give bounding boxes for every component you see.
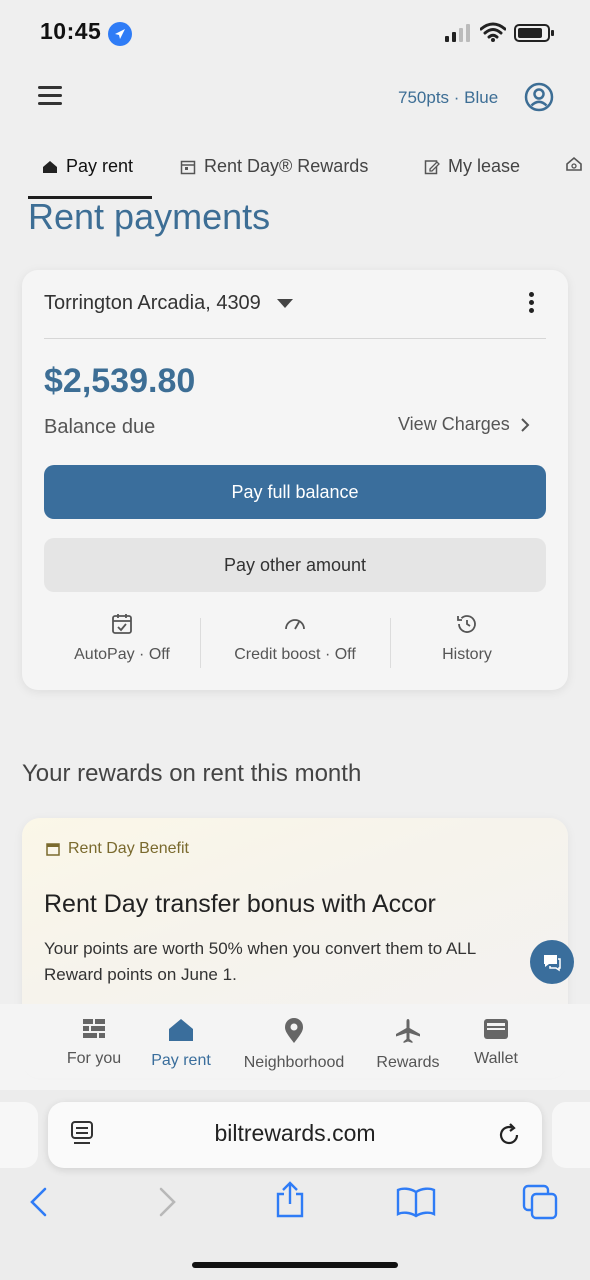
chat-button[interactable] [530,940,574,984]
tab-label: Rent Day® Rewards [204,156,369,176]
pay-full-balance-button[interactable]: Pay full balance [44,465,546,519]
balance-amount: $2,539.80 [44,362,196,400]
forward-icon[interactable] [156,1186,178,1223]
nav-neighborhood[interactable]: Neighborhood [239,1018,349,1072]
action-divider [200,618,201,668]
location-arrow-icon [108,22,132,46]
credit-boost-action[interactable]: Credit boost · Off [220,612,370,664]
hamburger-menu-icon[interactable] [38,86,62,106]
gauge-icon [285,619,305,630]
nav-label: Neighborhood [243,1054,345,1071]
autopay-label: AutoPay · Off [74,646,170,663]
page-title: Rent payments [28,196,271,237]
calendar-check-icon [112,614,132,634]
bookmarks-icon[interactable] [396,1186,436,1223]
cellular-signal-icon [444,24,474,42]
tab-pay-rent[interactable]: Pay rent [42,156,133,177]
benefit-headline: Rent Day transfer bonus with Accor [44,890,436,918]
share-icon[interactable] [274,1180,306,1225]
battery-icon [514,24,554,42]
tabs-icon[interactable] [522,1184,558,1225]
reload-icon[interactable] [496,1122,522,1153]
url-text[interactable]: biltrewards.com [48,1120,542,1147]
nav-label: Rewards [376,1054,440,1071]
benefit-description: Your points are worth 50% when you conve… [44,939,477,984]
calendar-icon [180,160,196,174]
history-label: History [442,646,492,663]
next-tab-preview[interactable] [552,1102,590,1168]
tab-more[interactable] [566,156,584,172]
wallet-icon [484,1019,508,1039]
credit-boost-label: Credit boost · Off [234,646,356,663]
nav-wallet[interactable]: Wallet [441,1018,551,1068]
status-time: 10:45 [40,18,102,44]
benefit-tag: Rent Day Benefit [46,840,189,858]
view-charges-link[interactable]: View Charges [398,414,530,435]
benefit-tag-label: Rent Day Benefit [68,840,189,857]
balance-label: Balance due [44,416,156,438]
edit-doc-icon [424,159,440,174]
chevron-right-icon [521,417,530,432]
history-icon [457,615,476,633]
home-icon [43,160,57,173]
property-selector[interactable]: Torrington Arcadia, 4309 [44,292,293,315]
tab-label: Pay rent [66,156,134,176]
chevron-down-icon [276,299,293,308]
rewards-section-title: Your rewards on rent this month [22,760,362,787]
home-indicator [192,1262,398,1268]
nav-pay-rent[interactable]: Pay rent [126,1018,236,1070]
tab-bar: Pay rent Rent Day® Rewards My lease [0,150,590,200]
view-charges-label: View Charges [398,414,510,434]
plane-icon [396,1019,420,1043]
chat-icon [544,955,561,972]
autopay-action[interactable]: AutoPay · Off [47,612,197,664]
home-icon [169,1019,193,1041]
tab-rent-day-rewards[interactable]: Rent Day® Rewards [180,156,368,177]
nav-label: For you [66,1050,122,1067]
account-icon[interactable] [524,82,554,112]
back-icon[interactable] [28,1186,50,1223]
wifi-icon [479,22,507,42]
calendar-icon [46,843,60,856]
action-divider [390,618,391,668]
nav-label: Pay rent [151,1052,211,1069]
points-status[interactable]: 750pts · Blue [398,88,498,108]
tab-my-lease[interactable]: My lease [424,156,520,177]
tab-label: My lease [448,156,521,176]
map-pin-icon [285,1018,303,1043]
grid-icon [83,1019,105,1038]
more-options-icon[interactable] [528,292,536,314]
previous-tab-preview[interactable] [0,1102,38,1168]
card-divider [44,338,546,339]
history-action[interactable]: History [392,612,542,664]
nav-label: Wallet [474,1050,518,1067]
property-name: Torrington Arcadia, 4309 [44,292,261,314]
pay-other-amount-button[interactable]: Pay other amount [44,538,546,592]
home-settings-icon [566,156,582,171]
